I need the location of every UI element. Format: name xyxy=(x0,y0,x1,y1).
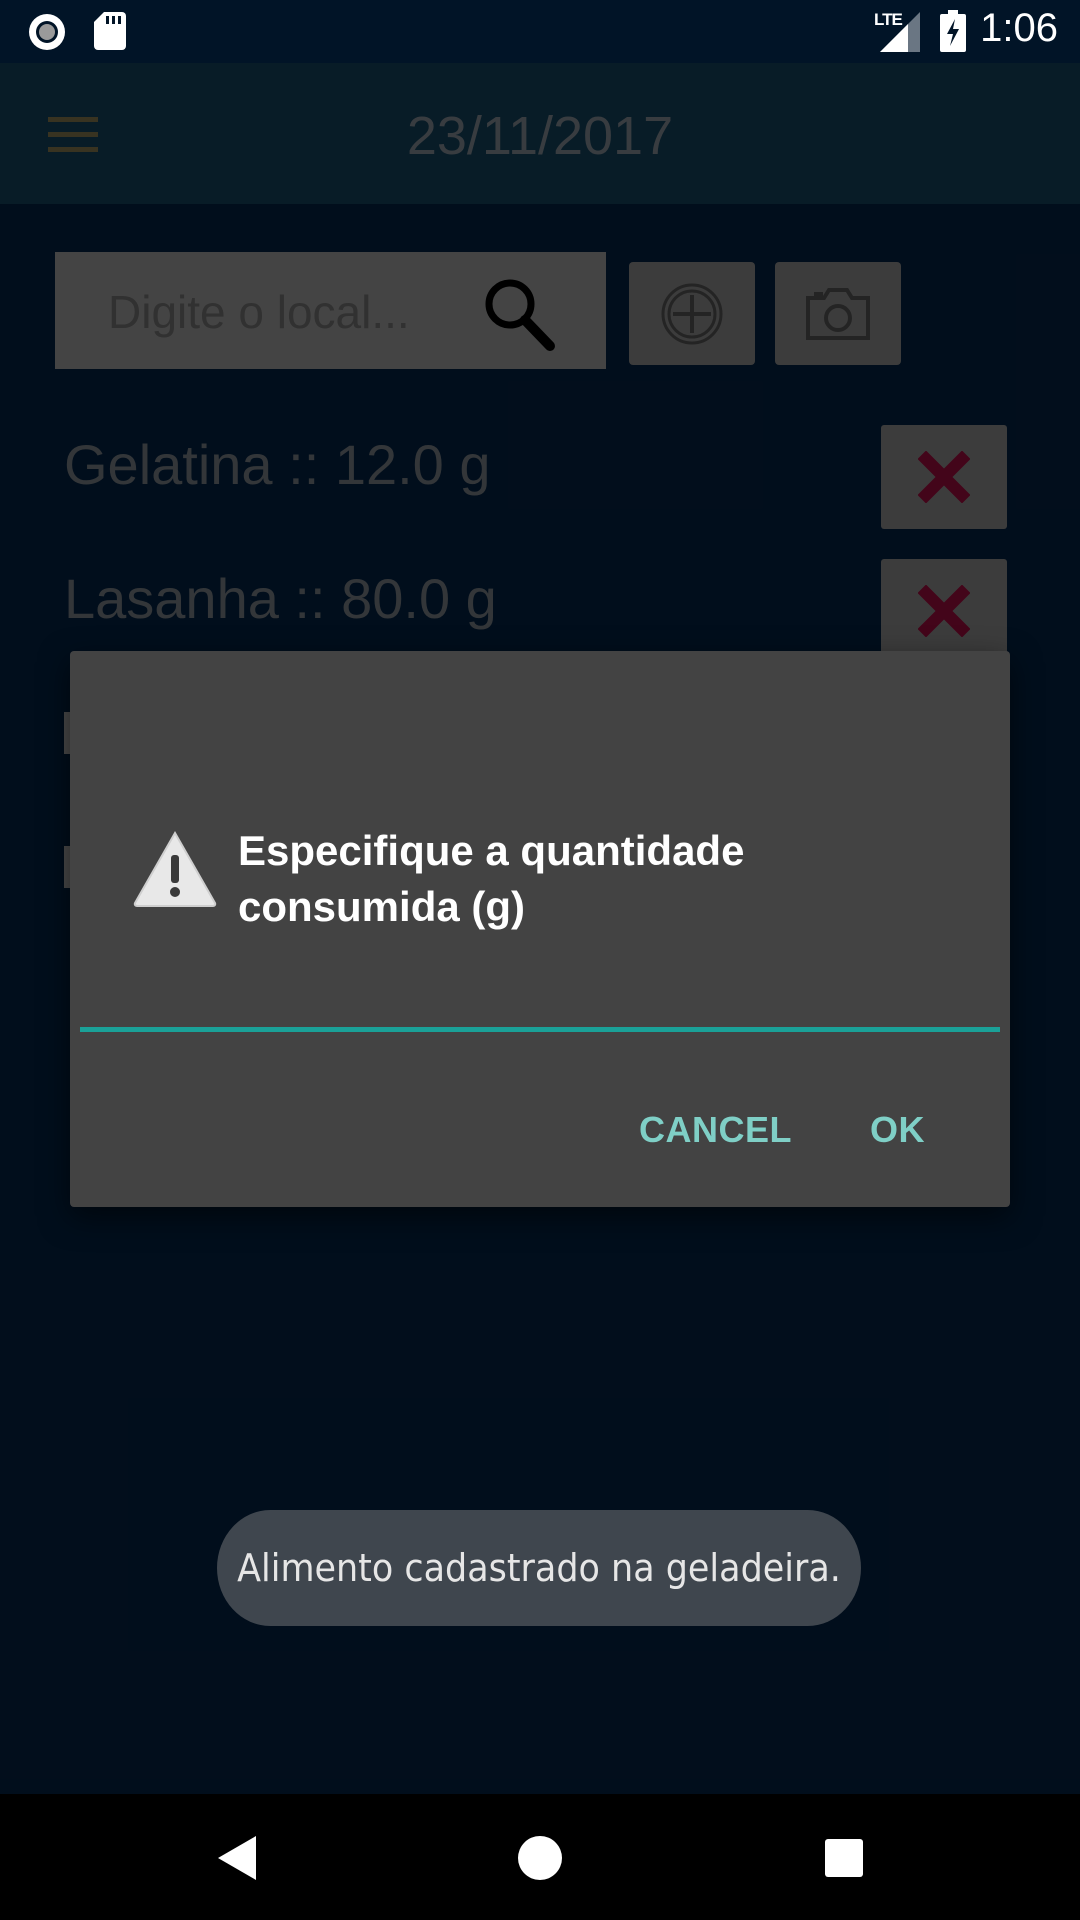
recents-square-icon[interactable] xyxy=(816,1830,872,1886)
quantity-dialog: Especifique a quantidade consumida (g) C… xyxy=(70,651,1010,1207)
back-triangle-icon[interactable] xyxy=(208,1830,264,1886)
signal-icon xyxy=(880,12,920,52)
quantity-input[interactable] xyxy=(80,951,1000,1025)
warning-icon xyxy=(133,830,217,907)
quantity-input-underline xyxy=(80,1027,1000,1032)
cancel-button[interactable]: CANCEL xyxy=(639,1109,792,1151)
sd-card-icon xyxy=(94,12,126,50)
status-bar: LTE 1:06 xyxy=(0,0,1080,63)
battery-charging-icon xyxy=(940,10,966,52)
home-circle-icon[interactable] xyxy=(512,1830,568,1886)
dialog-title: Especifique a quantidade consumida (g) xyxy=(238,827,745,930)
status-time: 1:06 xyxy=(980,6,1058,50)
navigation-bar xyxy=(0,1794,1080,1920)
ok-button[interactable]: OK xyxy=(870,1109,925,1151)
record-icon xyxy=(29,14,65,50)
toast-message: Alimento cadastrado na geladeira. xyxy=(217,1510,861,1626)
